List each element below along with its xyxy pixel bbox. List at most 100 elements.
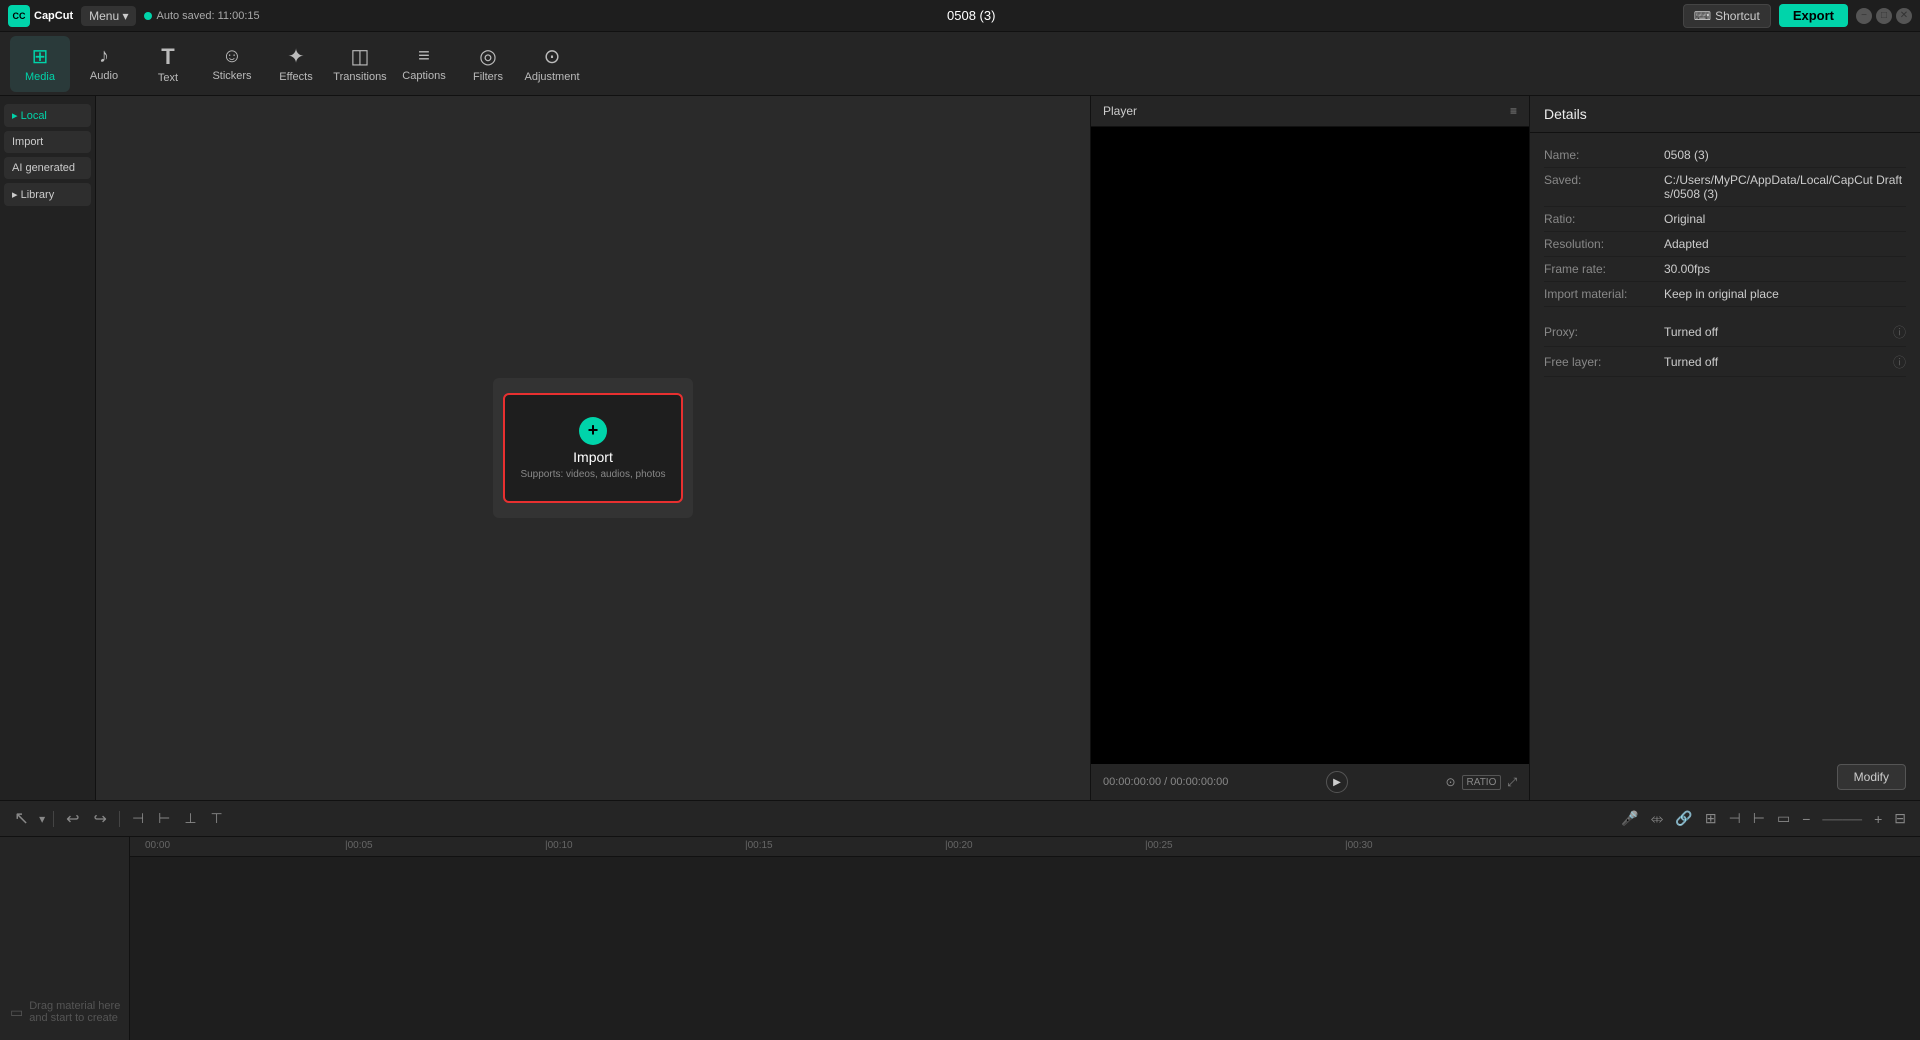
fullscreen-icon[interactable]: ⤢ [1507, 775, 1517, 790]
modify-button[interactable]: Modify [1837, 764, 1906, 790]
close-button[interactable]: ✕ [1896, 8, 1912, 24]
stickers-icon: ☺ [222, 45, 242, 68]
local-button[interactable]: ▸ Local [4, 104, 91, 127]
fit-timeline-icon[interactable]: ⤄ [1647, 808, 1668, 829]
toolbar-transitions[interactable]: ◫ Transitions [330, 36, 390, 92]
ai-generated-button[interactable]: AI generated [4, 157, 91, 179]
stickers-label: Stickers [212, 70, 251, 82]
detail-name-label: Name: [1544, 148, 1664, 162]
prev-frame-button[interactable]: ⊢ [154, 808, 174, 829]
detail-row-proxy: Proxy: Turned off ⓘ [1544, 317, 1906, 347]
filters-icon: ◎ [479, 44, 496, 69]
project-title: 0508 (3) [268, 8, 1675, 23]
details-panel: Details Name: 0508 (3) Saved: C:/Users/M… [1530, 96, 1920, 800]
timeline-area: ↖ ▾ ↩ ↪ ⊣ ⊢ ⊥ ⊤ 🎤 ⤄ 🔗 ⊞ ⊣ ⊢ ▭ − ──── + ⊟… [0, 800, 1920, 1040]
detail-framerate-label: Frame rate: [1544, 262, 1664, 276]
filters-label: Filters [473, 71, 503, 83]
toolbar-effects[interactable]: ✦ Effects [266, 36, 326, 92]
drag-hint-icon: ▭ [10, 1004, 23, 1021]
ruler-mark-4: |00:20 [945, 840, 973, 851]
audio-icon: ♪ [99, 45, 109, 68]
timeline-ruler: 00:00 |00:05 |00:10 |00:15 |00:20 |00:25… [130, 837, 1920, 857]
detail-row-ratio: Ratio: Original [1544, 207, 1906, 232]
detail-row-name: Name: 0508 (3) [1544, 143, 1906, 168]
maximize-button[interactable]: □ [1876, 8, 1892, 24]
timeline-content[interactable]: 00:00 |00:05 |00:10 |00:15 |00:20 |00:25… [130, 837, 1920, 1040]
title-bar: CC CapCut Menu ▾ Auto saved: 11:00:15 05… [0, 0, 1920, 32]
ratio-badge[interactable]: RATIO [1462, 775, 1502, 790]
details-body: Name: 0508 (3) Saved: C:/Users/MyPC/AppD… [1530, 133, 1920, 754]
detail-row-framerate: Frame rate: 30.00fps [1544, 257, 1906, 282]
import-plus-icon: + [579, 417, 607, 445]
title-right-controls: ⌨ Shortcut Export − □ ✕ [1683, 4, 1912, 28]
detail-resolution-value: Adapted [1664, 237, 1709, 251]
mark-out-icon[interactable]: ⊢ [1749, 808, 1769, 829]
ruler-mark-1: |00:05 [345, 840, 373, 851]
toolbar-audio[interactable]: ♪ Audio [74, 36, 134, 92]
zoom-out-icon[interactable]: − [1798, 809, 1814, 829]
keyboard-icon: ⌨ [1694, 9, 1711, 23]
toolbar-stickers[interactable]: ☺ Stickers [202, 36, 262, 92]
player-panel: Player ≡ 00:00:00:00 / 00:00:00:00 ▶ ⊙ R… [1090, 96, 1530, 800]
transitions-label: Transitions [333, 71, 386, 83]
ruler-mark-2: |00:10 [545, 840, 573, 851]
logo-icon: CC [8, 5, 30, 27]
link-icon[interactable]: 🔗 [1671, 808, 1696, 829]
expand-icon[interactable]: ⊟ [1890, 808, 1910, 829]
free-layer-info-icon[interactable]: ⓘ [1893, 352, 1906, 371]
detail-saved-value: C:/Users/MyPC/AppData/Local/CapCut Draft… [1664, 173, 1906, 201]
minimize-button[interactable]: − [1856, 8, 1872, 24]
library-button[interactable]: ▸ Library [4, 183, 91, 206]
split-button[interactable]: ⊣ [128, 808, 148, 829]
adjustment-icon: ⊙ [544, 44, 561, 69]
detail-row-free-layer: Free layer: Turned off ⓘ [1544, 347, 1906, 377]
cursor-tool-dropdown[interactable]: ▾ [39, 812, 45, 826]
shortcut-button[interactable]: ⌨ Shortcut [1683, 4, 1771, 28]
undo-button[interactable]: ↩ [62, 807, 83, 831]
import-drop-zone[interactable]: + Import Supports: videos, audios, photo… [503, 393, 683, 503]
import-button-left[interactable]: Import [4, 131, 91, 153]
play-button[interactable]: ▶ [1326, 771, 1348, 793]
player-menu-icon[interactable]: ≡ [1510, 104, 1517, 118]
zoom-slider[interactable]: ──── [1818, 809, 1866, 829]
media-icon: ⊞ [32, 44, 49, 69]
detail-import-material-value: Keep in original place [1664, 287, 1779, 301]
player-right-controls: ⊙ RATIO ⤢ [1445, 775, 1517, 790]
detail-import-material-label: Import material: [1544, 287, 1664, 301]
snapshot-icon[interactable]: ⊙ [1445, 775, 1455, 789]
delete-button[interactable]: ⊤ [207, 808, 227, 829]
proxy-info-icon[interactable]: ⓘ [1893, 322, 1906, 341]
text-icon: T [161, 44, 174, 70]
cursor-tool-button[interactable]: ↖ [10, 806, 33, 831]
toolbar-adjustment[interactable]: ⊙ Adjustment [522, 36, 582, 92]
mark-in-icon[interactable]: ⊣ [1725, 808, 1745, 829]
caption-icon[interactable]: ▭ [1773, 808, 1794, 829]
toolbar-text[interactable]: T Text [138, 36, 198, 92]
player-viewport [1091, 127, 1529, 764]
menu-button[interactable]: Menu ▾ [81, 6, 136, 26]
details-header: Details [1530, 96, 1920, 133]
ruler-mark-6: |00:30 [1345, 840, 1373, 851]
toolbar-separator-2 [119, 811, 120, 827]
detail-proxy-value: Turned off [1664, 325, 1718, 339]
player-body: 00:00:00:00 / 00:00:00:00 ▶ ⊙ RATIO ⤢ [1091, 127, 1529, 800]
magnet-icon[interactable]: ⊞ [1701, 808, 1721, 829]
effects-icon: ✦ [288, 44, 305, 69]
effects-label: Effects [279, 71, 312, 83]
logo: CC CapCut [8, 5, 73, 27]
zoom-in-icon[interactable]: + [1870, 809, 1886, 829]
detail-ratio-label: Ratio: [1544, 212, 1664, 226]
toolbar-media[interactable]: ⊞ Media [10, 36, 70, 92]
player-timecode: 00:00:00:00 / 00:00:00:00 [1103, 776, 1228, 788]
microphone-icon[interactable]: 🎤 [1617, 808, 1642, 829]
redo-button[interactable]: ↪ [90, 807, 111, 831]
toolbar-filters[interactable]: ◎ Filters [458, 36, 518, 92]
detail-ratio-value: Original [1664, 212, 1705, 226]
timeline-main: ▭ Drag material here and start to create… [0, 837, 1920, 1040]
export-button[interactable]: Export [1779, 4, 1848, 27]
next-frame-button[interactable]: ⊥ [180, 808, 200, 829]
detail-row-saved: Saved: C:/Users/MyPC/AppData/Local/CapCu… [1544, 168, 1906, 207]
toolbar-captions[interactable]: ≡ Captions [394, 36, 454, 92]
player-header: Player ≡ [1091, 96, 1529, 127]
details-footer: Modify [1530, 754, 1920, 800]
